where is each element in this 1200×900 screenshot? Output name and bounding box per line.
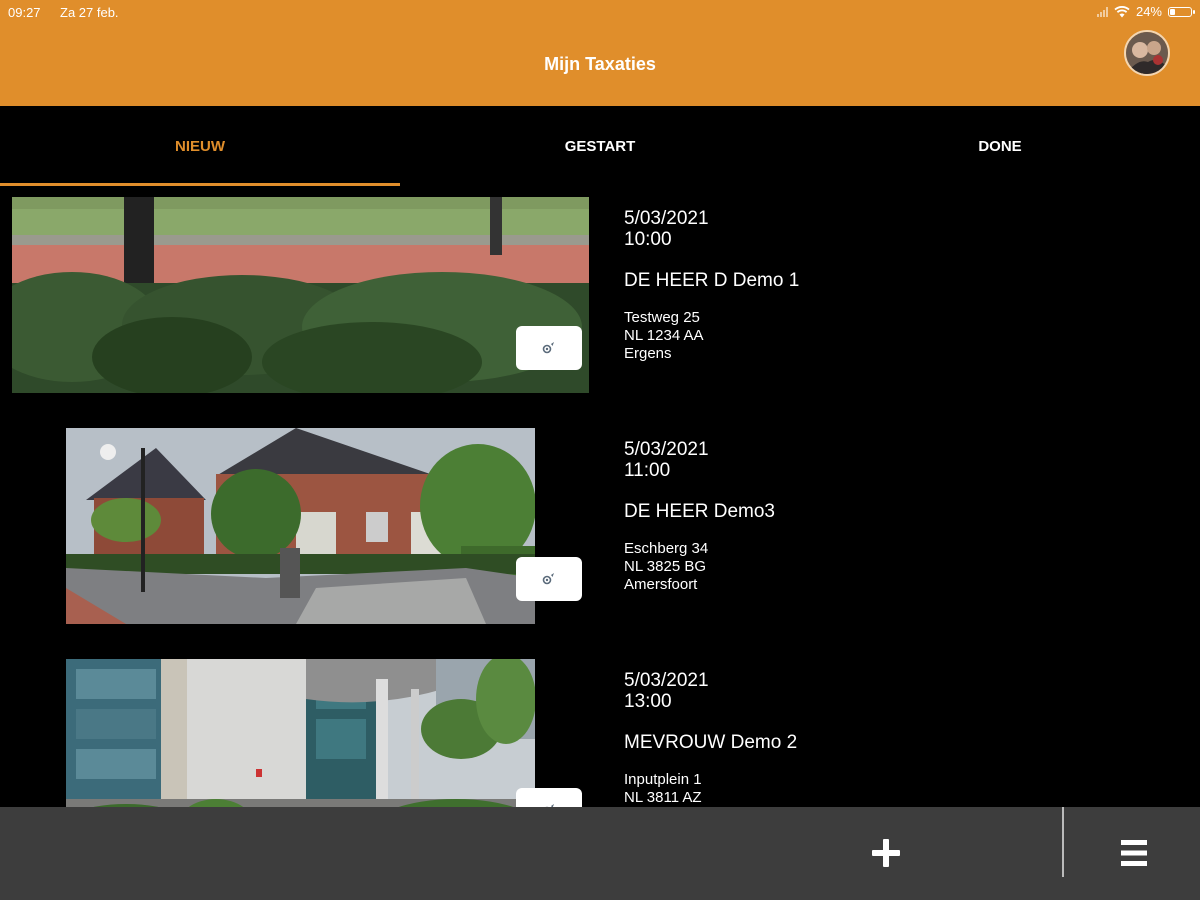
appointment-date: 5/03/2021 (624, 208, 709, 229)
battery-icon (1168, 6, 1195, 17)
plus-icon (872, 839, 900, 867)
avatar-image (1126, 32, 1168, 74)
wifi-icon (1114, 5, 1130, 17)
toolbar-divider (1062, 807, 1064, 877)
status-date: Za 27 feb. (60, 5, 119, 20)
address-street: Testweg 25 (624, 309, 700, 326)
address-postal: NL 3811 AZ (624, 789, 702, 806)
client-name: DE HEER D Demo 1 (624, 270, 800, 291)
appointment-time: 11:00 (624, 460, 671, 481)
app-header: 09:27 Za 27 feb. 24% Mijn Taxaties (0, 0, 1200, 106)
signal-icon (1096, 6, 1108, 17)
navigate-button[interactable] (516, 788, 582, 807)
battery-percentage: 24% (1135, 4, 1162, 19)
appointment-info: 5/03/2021 13:00 MEVROUW Demo 2 Inputplei… (624, 670, 797, 807)
status-indicators: 24% (1096, 4, 1195, 19)
address-postal: NL 1234 AA (624, 327, 704, 344)
tab-done[interactable]: DONE (800, 106, 1200, 186)
bottom-toolbar (0, 807, 1200, 900)
address-postal: NL 3825 BG (624, 558, 706, 575)
appointment-time: 10:00 (624, 229, 672, 250)
app-screen: 09:27 Za 27 feb. 24% Mijn Taxaties NIEUW… (0, 0, 1200, 900)
appointment-list[interactable]: 5/03/2021 10:00 DE HEER D Demo 1 Testweg… (0, 186, 1200, 807)
appointment-info: 5/03/2021 10:00 DE HEER D Demo 1 Testweg… (624, 208, 799, 363)
tab-gestart[interactable]: GESTART (400, 106, 800, 186)
list-item[interactable]: 5/03/2021 10:00 DE HEER D Demo 1 Testweg… (0, 197, 1200, 427)
navigation-icon (545, 804, 554, 807)
address-city: Ergens (624, 345, 672, 362)
navigation-icon (542, 573, 554, 585)
list-item[interactable]: 5/03/2021 13:00 MEVROUW Demo 2 Inputplei… (0, 659, 1200, 807)
navigation-icon (542, 342, 554, 354)
navigate-button[interactable] (516, 557, 582, 601)
client-name: MEVROUW Demo 2 (624, 732, 798, 753)
navigate-button[interactable] (516, 326, 582, 370)
appointment-time: 13:00 (624, 691, 672, 712)
tab-bar: NIEUW GESTART DONE (0, 106, 1200, 186)
appointment-date: 5/03/2021 (624, 670, 709, 691)
avatar[interactable] (1124, 30, 1170, 76)
appointment-info: 5/03/2021 11:00 DE HEER Demo3 Eschberg 3… (624, 439, 775, 594)
address-street: Eschberg 34 (624, 540, 709, 557)
property-photo (12, 197, 589, 393)
list-item[interactable]: 5/03/2021 11:00 DE HEER Demo3 Eschberg 3… (0, 428, 1200, 658)
add-button[interactable] (860, 827, 912, 879)
address-street: Inputplein 1 (624, 771, 702, 788)
client-name: DE HEER Demo3 (624, 501, 775, 522)
appointment-date: 5/03/2021 (624, 439, 709, 460)
status-time: 09:27 (8, 5, 41, 20)
hamburger-menu-icon (1121, 840, 1147, 866)
property-photo (66, 659, 535, 807)
menu-button[interactable] (1110, 827, 1158, 879)
battery-level (1170, 8, 1175, 15)
tab-nieuw[interactable]: NIEUW (0, 106, 400, 186)
page-title: Mijn Taxaties (544, 54, 656, 74)
property-photo (66, 428, 535, 624)
address-city: Amersfoort (624, 576, 698, 593)
